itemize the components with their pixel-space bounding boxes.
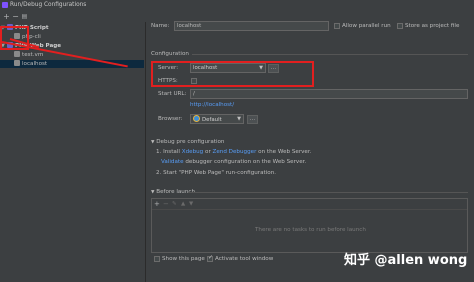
- divider: [188, 192, 468, 193]
- store-file-checkbox[interactable]: [397, 23, 403, 29]
- php-file-icon: [14, 51, 20, 57]
- chrome-icon: [193, 115, 200, 122]
- allow-parallel-checkbox[interactable]: [334, 23, 340, 29]
- activate-tool-checkbox[interactable]: [207, 254, 213, 262]
- minus-icon[interactable]: −: [11, 12, 20, 21]
- before-launch-panel: + − ✎ ▲ ▼ There are no tasks to run befo…: [151, 198, 468, 253]
- title-bar: Run/Debug Configurations: [0, 0, 474, 11]
- chevron-down-icon: ▼: [151, 190, 155, 195]
- validate-link[interactable]: Validate: [161, 159, 184, 165]
- start-url-preview-link[interactable]: http://localhost/: [190, 102, 234, 108]
- watermark: 知乎 @allen wong: [344, 253, 468, 268]
- plus-icon[interactable]: +: [2, 12, 11, 21]
- app-icon: [2, 2, 8, 8]
- php-file-icon: [14, 60, 20, 66]
- edit-icon[interactable]: ✎: [172, 201, 177, 207]
- browser-label: Browser:: [158, 116, 183, 122]
- window-title: Run/Debug Configurations: [10, 2, 87, 8]
- activate-tool-label: Activate tool window: [215, 256, 274, 262]
- configuration-heading: Configuration: [151, 51, 189, 57]
- name-label: Name:: [151, 23, 170, 29]
- copy-icon[interactable]: ▤: [20, 12, 29, 21]
- config-tree: ▼PHP Script php-cli ▼PHP Web Page test.v…: [0, 22, 146, 282]
- empty-tasks-message: There are no tasks to run before launch: [255, 227, 366, 233]
- start-url-label: Start URL:: [158, 91, 187, 97]
- xdebug-link[interactable]: Xdebug: [182, 149, 203, 155]
- show-page-checkbox[interactable]: [154, 256, 160, 262]
- config-form: Name: localhost Allow parallel run Store…: [146, 11, 474, 282]
- name-field[interactable]: localhost: [174, 21, 329, 31]
- chevron-down-icon: ▼: [237, 116, 241, 122]
- arrow-down-icon[interactable]: ▼: [189, 201, 193, 207]
- tree-node-test[interactable]: test.vm: [14, 51, 43, 59]
- plus-icon[interactable]: +: [154, 200, 160, 208]
- show-page-label: Show this page: [162, 256, 205, 262]
- divider: [152, 209, 467, 210]
- tree-toolbar: + − ▤: [0, 11, 145, 22]
- browser-dropdown[interactable]: Default ▼: [190, 114, 244, 124]
- chevron-down-icon: ▼: [151, 140, 155, 145]
- minus-icon[interactable]: −: [163, 200, 169, 208]
- debug-step-2: 2. Start "PHP Web Page" run-configuratio…: [156, 170, 277, 176]
- debug-step-1: 1. Install Xdebug or Zend Debugger on th…: [156, 149, 312, 155]
- divider: [192, 54, 468, 55]
- store-file-label: Store as project file: [405, 23, 460, 29]
- zend-debugger-link[interactable]: Zend Debugger: [213, 149, 257, 155]
- start-url-field[interactable]: /: [190, 89, 468, 99]
- debug-pre-config-header[interactable]: ▼ Debug pre configuration: [151, 139, 224, 145]
- allow-parallel-label: Allow parallel run: [342, 23, 391, 29]
- annotation-box-server: [151, 61, 314, 87]
- arrow-up-icon[interactable]: ▲: [181, 201, 185, 207]
- browser-browse-button[interactable]: ...: [247, 115, 258, 124]
- debug-validate-line: Validate debugger configuration on the W…: [161, 159, 307, 165]
